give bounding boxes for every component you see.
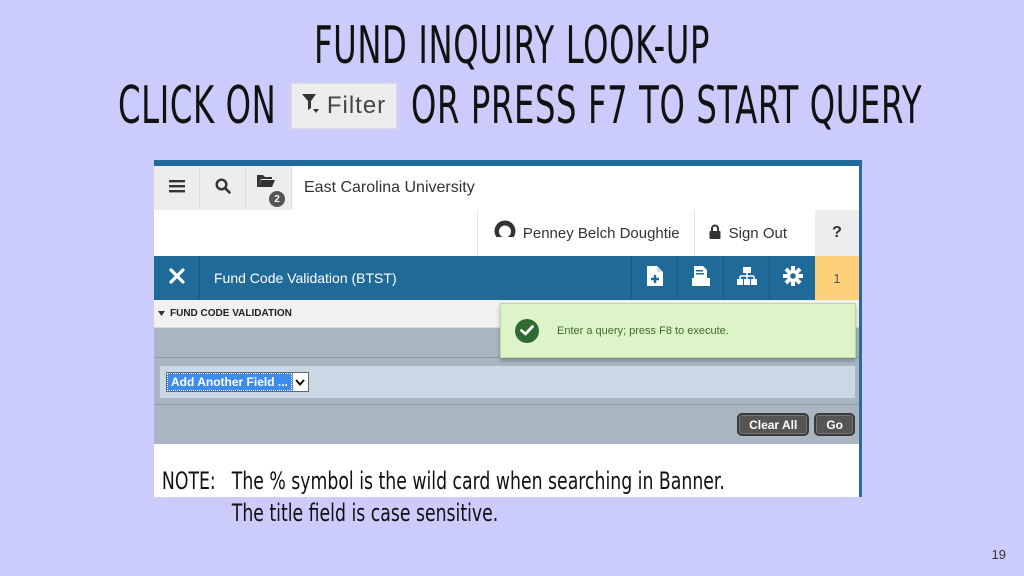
- close-icon: [168, 267, 185, 289]
- collapse-triangle-icon: [158, 308, 165, 319]
- notification-count[interactable]: 1: [815, 256, 859, 300]
- gear-icon: [782, 265, 803, 291]
- sign-out-label: Sign Out: [728, 224, 787, 242]
- sign-out-button[interactable]: Sign Out: [693, 210, 815, 256]
- add-another-field-select[interactable]: Add Another Field ...: [166, 372, 309, 392]
- note-line-1: NOTE: The % symbol is the wild card when…: [154, 465, 725, 497]
- note-text-1: The % symbol is the wild card when searc…: [231, 467, 725, 495]
- filter-button-image: Filter: [290, 83, 397, 129]
- page-toolbar: Fund Code Validation (BTST) 1: [154, 256, 859, 300]
- note-block: NOTE: The % symbol is the wild card when…: [154, 465, 947, 529]
- related-button[interactable]: [723, 256, 769, 300]
- section-title: FUND CODE VALIDATION: [170, 308, 292, 319]
- filter-gap: [154, 358, 859, 366]
- title-press-f7: OR PRESS F7 TO START QUERY: [410, 76, 922, 136]
- menu-button[interactable]: [154, 166, 200, 210]
- slide-title-line2: CLICK ON Filter OR PRESS F7 TO START QUE…: [0, 76, 1024, 136]
- notification-toast: Enter a query; press F8 to execute.: [500, 303, 856, 358]
- filter-label: Filter: [326, 92, 387, 119]
- note-text-2: The title field is case sensitive.: [231, 499, 499, 527]
- add-record-button[interactable]: [631, 256, 677, 300]
- close-page-button[interactable]: [154, 256, 200, 300]
- title-click-on: CLICK ON: [118, 76, 277, 136]
- retrieve-page-icon: [691, 265, 710, 291]
- institution-name: East Carolina University: [304, 179, 475, 196]
- filter-actions: Clear All Go: [154, 404, 859, 444]
- user-name: Penney Belch Doughtie: [522, 224, 680, 242]
- recent-count-badge: 2: [269, 191, 285, 207]
- tools-button[interactable]: [769, 256, 815, 300]
- title-right-wrap: OR PRESS F7 TO START QUERY: [397, 76, 989, 136]
- title-left-wrap: CLICK ON: [36, 76, 291, 136]
- user-menu[interactable]: Penney Belch Doughtie: [476, 210, 694, 256]
- search-icon: [214, 177, 231, 199]
- notification-message: Enter a query; press F8 to execute.: [557, 324, 729, 337]
- search-button[interactable]: [200, 166, 246, 210]
- user-avatar-icon: [494, 220, 516, 246]
- add-field-row: Add Another Field ...: [160, 366, 855, 398]
- filter-funnel-icon: [301, 92, 321, 120]
- add-page-icon: [646, 265, 663, 291]
- user-bar: Penney Belch Doughtie Sign Out ?: [154, 210, 859, 256]
- recent-items-button[interactable]: 2: [246, 166, 292, 210]
- chevron-down-icon: [291, 373, 308, 391]
- go-button[interactable]: Go: [814, 413, 855, 436]
- page-number: 19: [991, 547, 1006, 562]
- banner-app-screenshot: 2 East Carolina University Penney Belch …: [154, 160, 862, 497]
- page-title: Fund Code Validation (BTST): [214, 270, 397, 286]
- add-field-value: Add Another Field ...: [167, 373, 292, 391]
- help-button[interactable]: ?: [815, 210, 859, 256]
- app-header: 2 East Carolina University: [154, 166, 859, 210]
- slide-title-line1: FUND INQUIRY LOOK-UP: [313, 16, 711, 76]
- note-line-2: The title field is case sensitive.: [154, 497, 725, 529]
- lock-icon: [709, 224, 721, 243]
- folder-icon: [256, 173, 275, 193]
- clear-all-button[interactable]: Clear All: [737, 413, 810, 436]
- related-icon: [736, 266, 757, 290]
- checkmark-icon: [515, 318, 539, 343]
- note-label: NOTE:: [161, 467, 216, 495]
- hamburger-menu-icon: [168, 179, 185, 198]
- retrieve-button[interactable]: [677, 256, 723, 300]
